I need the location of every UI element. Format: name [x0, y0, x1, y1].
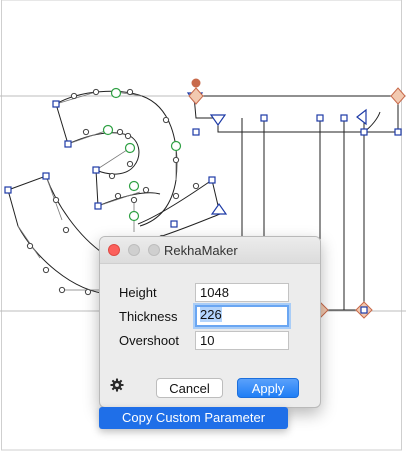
- dialog-title: RekhaMaker: [164, 243, 238, 258]
- apply-button[interactable]: Apply: [237, 378, 299, 398]
- thickness-field[interactable]: 226: [195, 305, 289, 327]
- direction-markers: [186, 92, 367, 215]
- zoom-window-button[interactable]: [148, 244, 160, 256]
- thickness-selection: 226: [200, 307, 222, 322]
- cancel-button[interactable]: Cancel: [156, 378, 223, 398]
- corner-nodes[interactable]: [4, 92, 402, 228]
- context-menu-item-copy-custom-parameter[interactable]: Copy Custom Parameter: [99, 407, 288, 429]
- close-window-button[interactable]: [108, 244, 120, 256]
- rekhamaker-dialog: RekhaMaker Height 1048 Thickness 226 Ove…: [99, 236, 321, 408]
- overshoot-label: Overshoot: [119, 333, 179, 348]
- height-label: Height: [119, 285, 157, 300]
- gear-icon[interactable]: [110, 378, 124, 392]
- height-field[interactable]: 1048: [195, 283, 289, 302]
- minimize-window-button[interactable]: [128, 244, 140, 256]
- overshoot-field[interactable]: 10: [195, 331, 289, 350]
- thickness-label: Thickness: [119, 309, 178, 324]
- dialog-titlebar[interactable]: RekhaMaker: [100, 237, 320, 264]
